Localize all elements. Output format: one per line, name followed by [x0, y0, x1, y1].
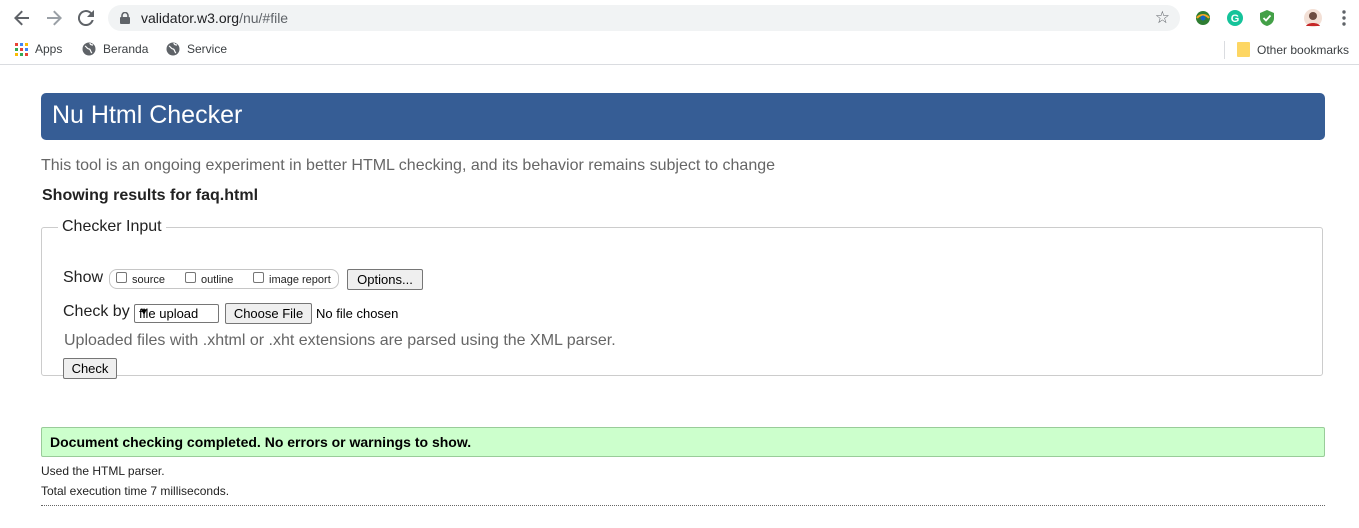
parser-info: Used the HTML parser.: [41, 464, 165, 478]
outline-checkbox[interactable]: [185, 272, 196, 283]
showing-results-heading: Showing results for faq.html: [42, 187, 259, 204]
xml-parser-hint: Uploaded files with .xhtml or .xht exten…: [64, 332, 616, 349]
lock-icon: [120, 12, 130, 24]
menu-kebab-icon[interactable]: [1334, 8, 1354, 28]
show-label: Show: [63, 269, 104, 286]
address-bar[interactable]: validator.w3.org/nu/#file ☆: [108, 5, 1180, 31]
bookmarks-bar: Apps Beranda Service Other bookmarks: [0, 36, 1359, 65]
check-by-label: Check by: [63, 303, 130, 320]
outline-checkbox-label: outline: [201, 274, 234, 286]
check-by-select[interactable]: file upload ▼: [134, 304, 219, 323]
tagline: This tool is an ongoing experiment in be…: [41, 157, 776, 174]
bookmark-label: Apps: [35, 42, 63, 56]
checker-input-fieldset: Checker Input Show source outline image …: [41, 218, 1323, 379]
reload-icon: [78, 10, 94, 26]
success-message: Document checking completed. No errors o…: [50, 434, 472, 450]
options-button[interactable]: Options...: [347, 269, 423, 290]
extension-globe-icon[interactable]: [1193, 8, 1213, 28]
svg-text:G: G: [1231, 13, 1240, 25]
chevron-down-icon: ▼: [139, 307, 149, 318]
bookmark-label: Service: [187, 42, 228, 56]
choose-file-button[interactable]: Choose File: [225, 303, 312, 324]
page-content: Nu Html Checker This tool is an ongoing …: [0, 65, 1359, 528]
url-host: validator.w3.org: [141, 10, 240, 26]
image-report-checkbox-label: image report: [269, 274, 331, 286]
success-message-box: Document checking completed. No errors o…: [41, 427, 1325, 457]
globe-icon: [82, 42, 96, 56]
bookmark-service[interactable]: Service: [166, 42, 227, 56]
bookmarks-divider: [1224, 41, 1225, 59]
shield-extension-icon[interactable]: [1257, 8, 1277, 28]
dotted-divider: [41, 505, 1325, 506]
folder-icon: [1237, 42, 1250, 57]
url-text: validator.w3.org/nu/#file: [141, 10, 288, 26]
url-path: /nu/#file: [239, 10, 289, 26]
back-arrow-icon: [14, 10, 29, 26]
bookmark-beranda[interactable]: Beranda: [82, 42, 148, 56]
grammarly-icon[interactable]: G: [1225, 8, 1245, 28]
page-title: Nu Html Checker: [52, 101, 243, 129]
profile-avatar[interactable]: [1303, 8, 1323, 28]
bookmark-apps[interactable]: Apps: [15, 42, 62, 56]
forward-arrow-icon: [47, 10, 62, 26]
show-options-group: source outline image report: [109, 269, 339, 289]
forward-button[interactable]: [43, 7, 65, 29]
other-bookmarks[interactable]: Other bookmarks: [1237, 42, 1349, 57]
checker-input-legend: Checker Input: [62, 218, 162, 235]
source-checkbox-label: source: [132, 274, 166, 286]
source-checkbox[interactable]: [116, 272, 127, 283]
bookmark-star-icon[interactable]: ☆: [1155, 9, 1170, 27]
globe-icon: [166, 42, 180, 56]
apps-grid-icon: [15, 42, 28, 56]
other-bookmarks-label: Other bookmarks: [1257, 42, 1350, 57]
page-banner: Nu Html Checker: [41, 93, 1325, 140]
back-button[interactable]: [11, 7, 33, 29]
reload-button[interactable]: [75, 7, 97, 29]
image-report-checkbox[interactable]: [253, 272, 264, 283]
file-status: No file chosen: [316, 306, 399, 321]
execution-time: Total execution time 7 milliseconds.: [41, 484, 230, 498]
browser-toolbar: validator.w3.org/nu/#file ☆ G: [0, 0, 1359, 36]
bookmark-label: Beranda: [103, 42, 149, 56]
check-button[interactable]: Check: [63, 358, 117, 379]
